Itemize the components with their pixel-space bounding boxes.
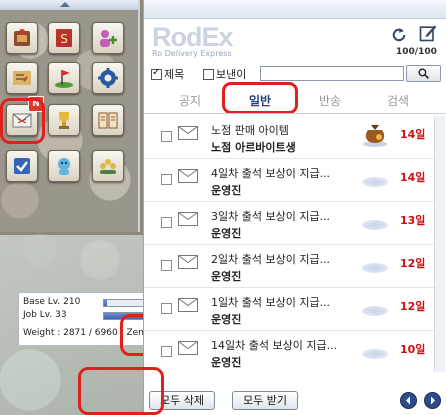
rodex-footer: 모두 삭제 모두 받기 bbox=[144, 388, 446, 415]
skill-button[interactable]: S bbox=[48, 22, 80, 54]
tab-returned[interactable]: 반송 bbox=[300, 92, 360, 109]
arrow-right-icon bbox=[431, 396, 435, 405]
mail-days-left: 12일 bbox=[400, 257, 426, 270]
next-page-button[interactable] bbox=[424, 392, 441, 409]
achievement-trophy-icon bbox=[59, 112, 69, 129]
attachment-item-icon bbox=[362, 349, 388, 359]
mail-row[interactable]: 노점 판매 아이템 노점 아르바이트생 14일 bbox=[144, 116, 434, 159]
mail-title: 1일차 출석 보상이 지급... bbox=[211, 296, 331, 309]
options-button[interactable] bbox=[92, 62, 124, 94]
party-icon bbox=[100, 30, 117, 47]
mail-days-left: 10일 bbox=[400, 343, 426, 356]
money-bag-icon bbox=[363, 125, 387, 147]
envelope-icon bbox=[178, 169, 198, 183]
receive-all-highlight bbox=[78, 367, 164, 415]
emotion-button[interactable] bbox=[48, 150, 80, 182]
envelope-icon bbox=[178, 212, 198, 226]
envelope-icon bbox=[178, 341, 198, 355]
tab-general-highlight bbox=[222, 82, 298, 114]
filter-title-checkbox[interactable] bbox=[151, 67, 162, 80]
quest-checklist-icon bbox=[14, 158, 30, 174]
mail-days-left: 12일 bbox=[400, 300, 426, 313]
mail-checkbox[interactable] bbox=[161, 131, 172, 142]
mail-title: 3일차 출석 보상이 지급... bbox=[211, 210, 331, 223]
party-members-button[interactable] bbox=[92, 150, 124, 182]
svg-text:S: S bbox=[60, 32, 68, 46]
tab-notice[interactable]: 공지 bbox=[160, 92, 220, 109]
mail-sender: 운영진 bbox=[211, 270, 242, 283]
inventory-button[interactable] bbox=[6, 22, 38, 54]
attachment-item-icon bbox=[362, 306, 388, 316]
party-members-icon bbox=[100, 159, 116, 174]
base-exp-fill bbox=[104, 300, 107, 306]
mail-sender: 운영진 bbox=[211, 184, 242, 197]
envelope-icon bbox=[178, 298, 198, 312]
skill-book-icon: S bbox=[56, 29, 72, 47]
search-button[interactable] bbox=[406, 65, 441, 82]
party-button[interactable] bbox=[92, 22, 124, 54]
mail-row[interactable]: 4일차 출석 보상이 지급... 운영진 14일 bbox=[144, 159, 434, 202]
write-mail-icon[interactable] bbox=[418, 22, 438, 44]
mail-sender: 노점 아르바이트생 bbox=[211, 141, 296, 154]
refresh-icon[interactable] bbox=[390, 26, 408, 44]
attachment-item-icon bbox=[362, 263, 388, 273]
base-level-label: Base Lv. 210 bbox=[23, 297, 81, 307]
envelope-icon bbox=[178, 126, 198, 140]
mail-list: 노점 판매 아이템 노점 아르바이트생 14일 4일차 출석 보상이 지급...… bbox=[144, 116, 434, 372]
window-title-bar[interactable] bbox=[144, 0, 446, 19]
job-level-label: Job Lv. 33 bbox=[23, 310, 67, 320]
mail-title: 4일차 출석 보상이 지급... bbox=[211, 167, 331, 180]
mail-list-scrollbar[interactable] bbox=[434, 116, 445, 372]
rodex-logo-subtitle: Ro Delivery Express bbox=[152, 49, 232, 58]
achievement-button[interactable] bbox=[48, 104, 80, 136]
attachment-item-icon bbox=[362, 220, 388, 230]
mail-row[interactable]: 1일차 출석 보상이 지급... 운영진 12일 bbox=[144, 288, 434, 331]
mail-title: 노점 판매 아이템 bbox=[211, 124, 289, 137]
panel-collapse-bar[interactable] bbox=[0, 0, 138, 10]
attachment-item-icon bbox=[362, 177, 388, 187]
mail-checkbox[interactable] bbox=[161, 303, 172, 314]
guild-button[interactable] bbox=[48, 62, 80, 94]
collapse-arrow-icon[interactable] bbox=[60, 2, 70, 7]
mail-count: 100/100 bbox=[396, 47, 437, 57]
mail-row[interactable]: 14일차 출석 보상이 지급... 운영진 10일 bbox=[144, 331, 434, 372]
mail-sender: 운영진 bbox=[211, 227, 242, 240]
weight-text: Weight : 2871 / 6960 bbox=[23, 328, 118, 338]
map-icon bbox=[13, 71, 31, 85]
mail-title: 14일차 출석 보상이 지급... bbox=[211, 339, 338, 352]
map-button[interactable] bbox=[6, 62, 38, 94]
options-gear-icon bbox=[98, 68, 118, 88]
receive-all-button[interactable]: 모두 받기 bbox=[232, 391, 298, 410]
mail-days-left: 14일 bbox=[400, 171, 426, 184]
mail-days-left: 14일 bbox=[400, 128, 426, 141]
emotion-icon bbox=[58, 158, 70, 175]
mail-checkbox[interactable] bbox=[161, 217, 172, 228]
prev-page-button[interactable] bbox=[400, 392, 417, 409]
mail-checkbox[interactable] bbox=[161, 260, 172, 271]
tab-search[interactable]: 검색 bbox=[368, 92, 428, 109]
quest-button[interactable] bbox=[6, 150, 38, 182]
mail-row[interactable]: 2일차 출석 보상이 지급... 운영진 12일 bbox=[144, 245, 434, 288]
filter-sender-label: 보낸이 bbox=[216, 68, 247, 81]
arrow-left-icon bbox=[406, 396, 410, 405]
rodex-mail-window: RodEx Ro Delivery Express 100/100 제목 보낸이… bbox=[143, 0, 446, 415]
guild-flag-icon bbox=[55, 70, 73, 88]
mail-title: 2일차 출석 보상이 지급... bbox=[211, 253, 331, 266]
inventory-icon bbox=[14, 29, 30, 46]
adventurer-book-button[interactable] bbox=[92, 104, 124, 136]
adventurer-book-icon bbox=[98, 112, 118, 129]
envelope-icon bbox=[178, 255, 198, 269]
mail-checkbox[interactable] bbox=[161, 174, 172, 185]
tab-divider bbox=[144, 113, 446, 114]
mail-sender: 운영진 bbox=[211, 356, 242, 369]
mail-sender: 운영진 bbox=[211, 313, 242, 326]
mail-button-highlight bbox=[0, 98, 45, 144]
mail-row[interactable]: 3일차 출석 보상이 지급... 운영진 13일 bbox=[144, 202, 434, 245]
filter-title-label: 제목 bbox=[164, 68, 185, 81]
search-icon bbox=[418, 68, 429, 79]
mail-days-left: 13일 bbox=[400, 214, 426, 227]
search-input[interactable] bbox=[260, 66, 404, 81]
mail-checkbox[interactable] bbox=[161, 346, 172, 357]
filter-sender-checkbox[interactable] bbox=[203, 69, 214, 80]
